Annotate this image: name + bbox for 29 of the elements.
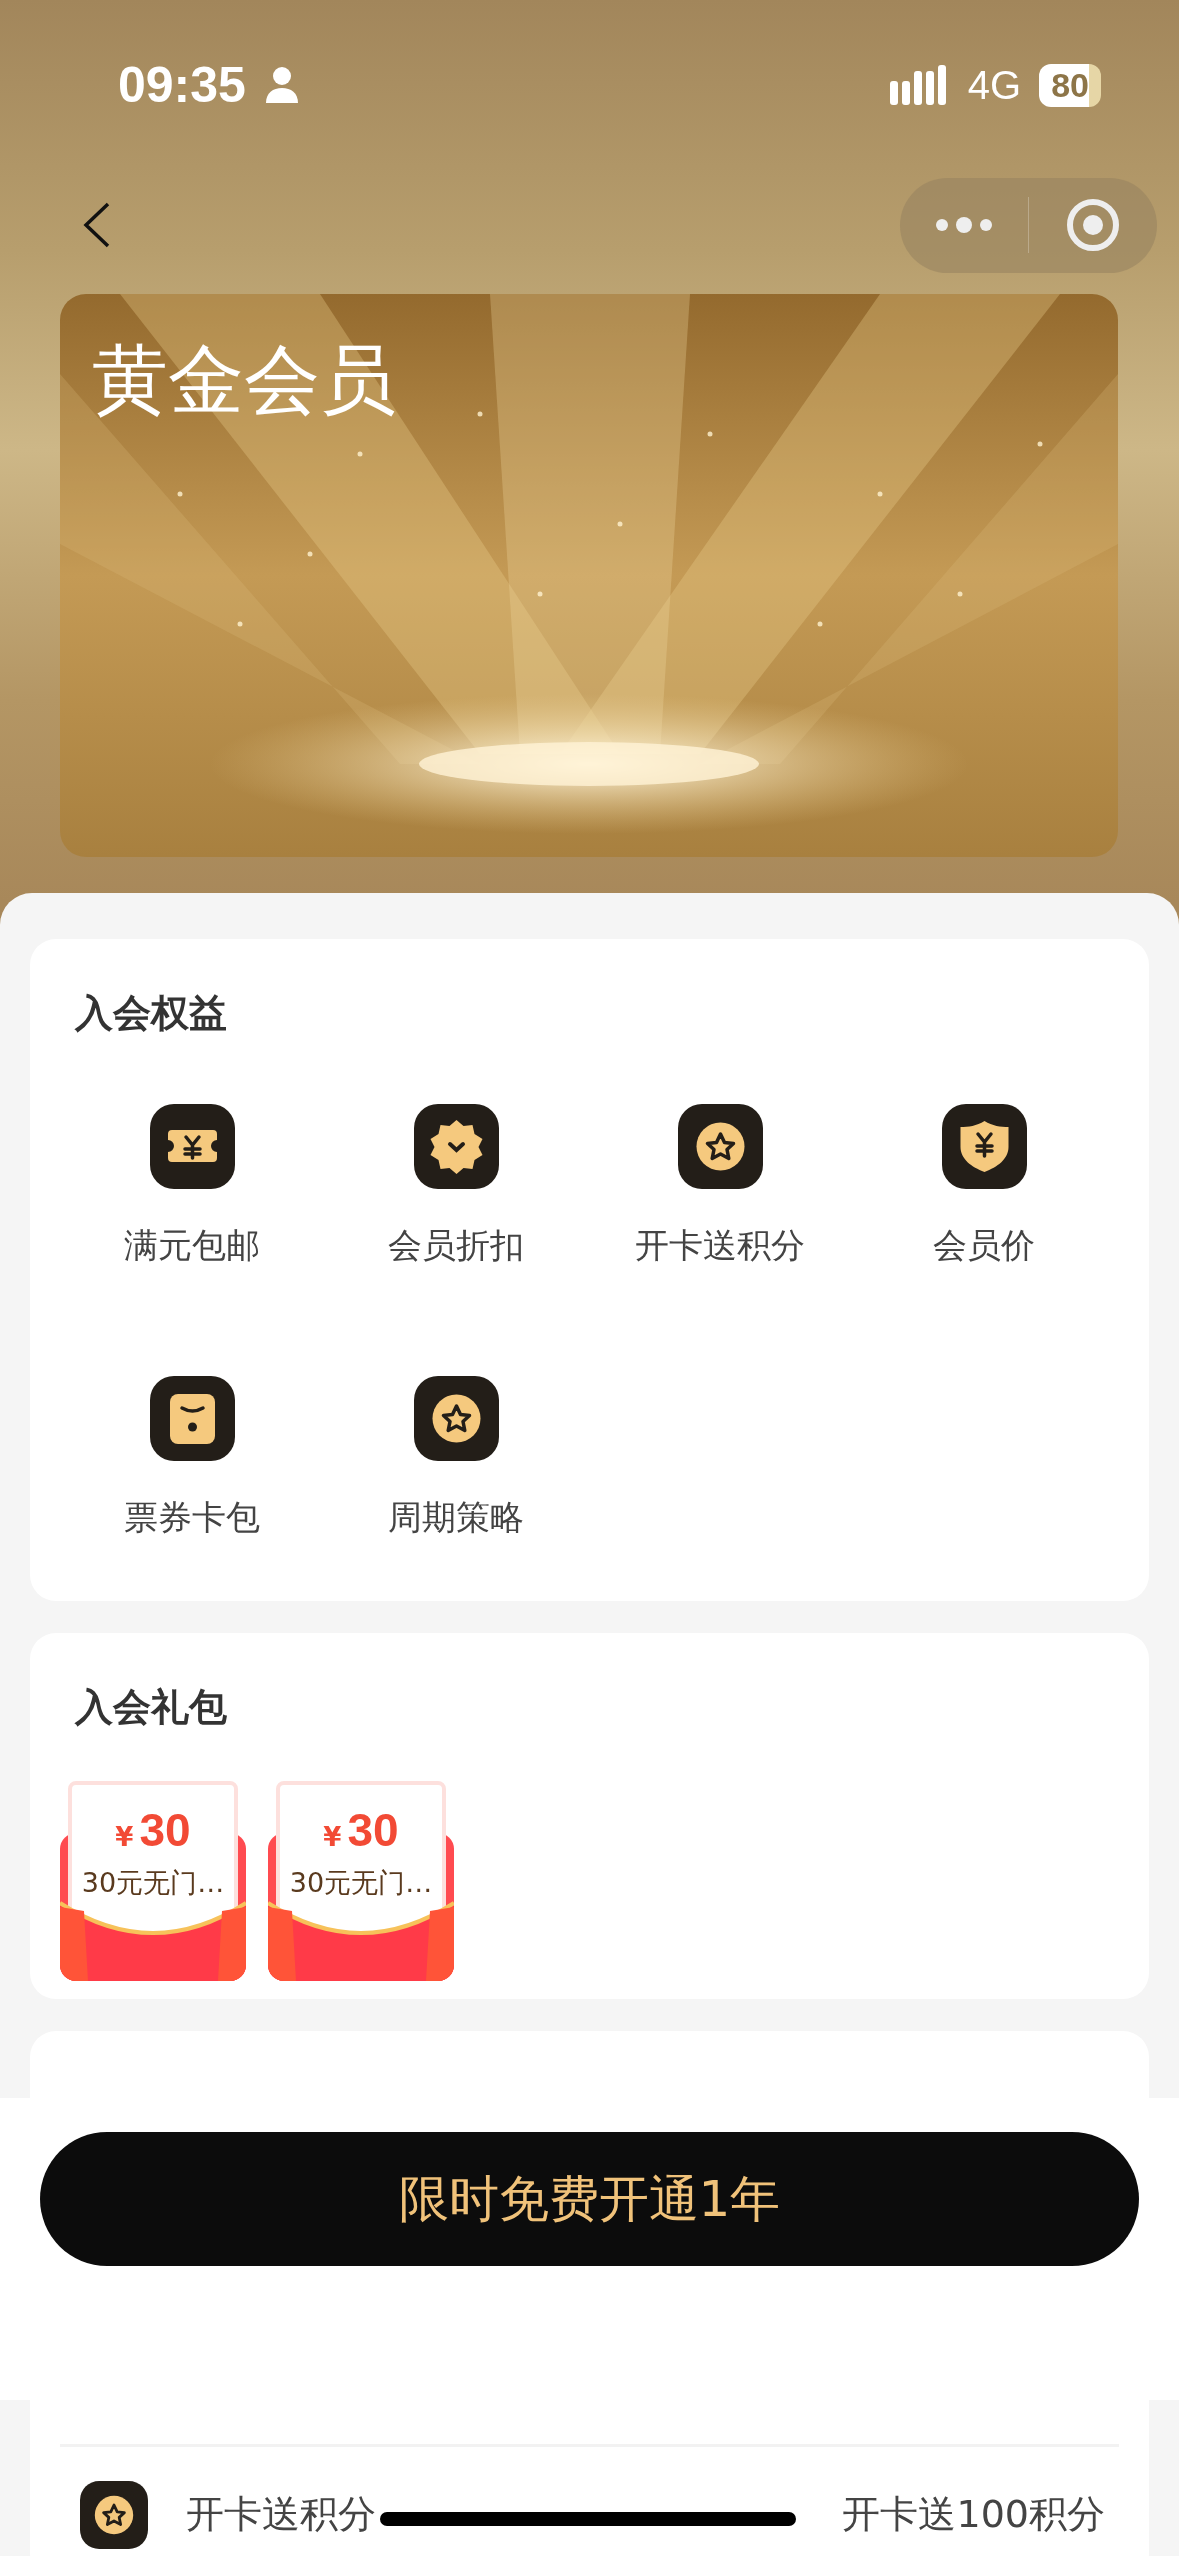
benefit-label[interactable]: 会员折扣 xyxy=(388,1225,524,1266)
coupon-amount: 30 xyxy=(139,1806,191,1853)
activate-button[interactable]: 限时免费开通1年 xyxy=(40,2132,1139,2266)
coupon-name: 30元无门… xyxy=(81,1865,225,1900)
benefit-label[interactable]: 票券卡包 xyxy=(124,1496,260,1538)
more-icon xyxy=(934,215,994,235)
coupon-amount: 30 xyxy=(347,1806,399,1853)
person-icon xyxy=(263,66,300,104)
ticket-icon xyxy=(149,1104,235,1189)
benefit-label[interactable]: 开卡送积分 xyxy=(635,1225,805,1266)
benefit-label[interactable]: 会员价 xyxy=(933,1225,1035,1266)
card-title: 黄金会员 xyxy=(92,334,396,426)
benefit-label[interactable]: 周期策略 xyxy=(388,1496,524,1538)
close-icon xyxy=(1066,198,1120,252)
section-title: 入会权益 xyxy=(75,994,228,1032)
network-type: 4G xyxy=(967,62,1022,108)
battery-level: 80 xyxy=(1039,63,1101,107)
section-title: 入会礼包 xyxy=(75,1687,228,1726)
status-time: 09:35 xyxy=(118,56,246,114)
row-value: 开卡送100积分 xyxy=(842,2491,1105,2539)
back-icon[interactable] xyxy=(82,200,112,250)
badge-icon xyxy=(413,1104,499,1189)
benefit-label[interactable]: 满元包邮 xyxy=(124,1225,260,1266)
shield-icon xyxy=(941,1104,1027,1189)
row-label: 开卡送积分 xyxy=(186,2491,376,2539)
coupon-name: 30元无门… xyxy=(289,1865,433,1900)
currency-sign: ¥ xyxy=(115,1821,134,1852)
currency-sign: ¥ xyxy=(323,1821,342,1852)
wallet-icon xyxy=(149,1375,235,1461)
